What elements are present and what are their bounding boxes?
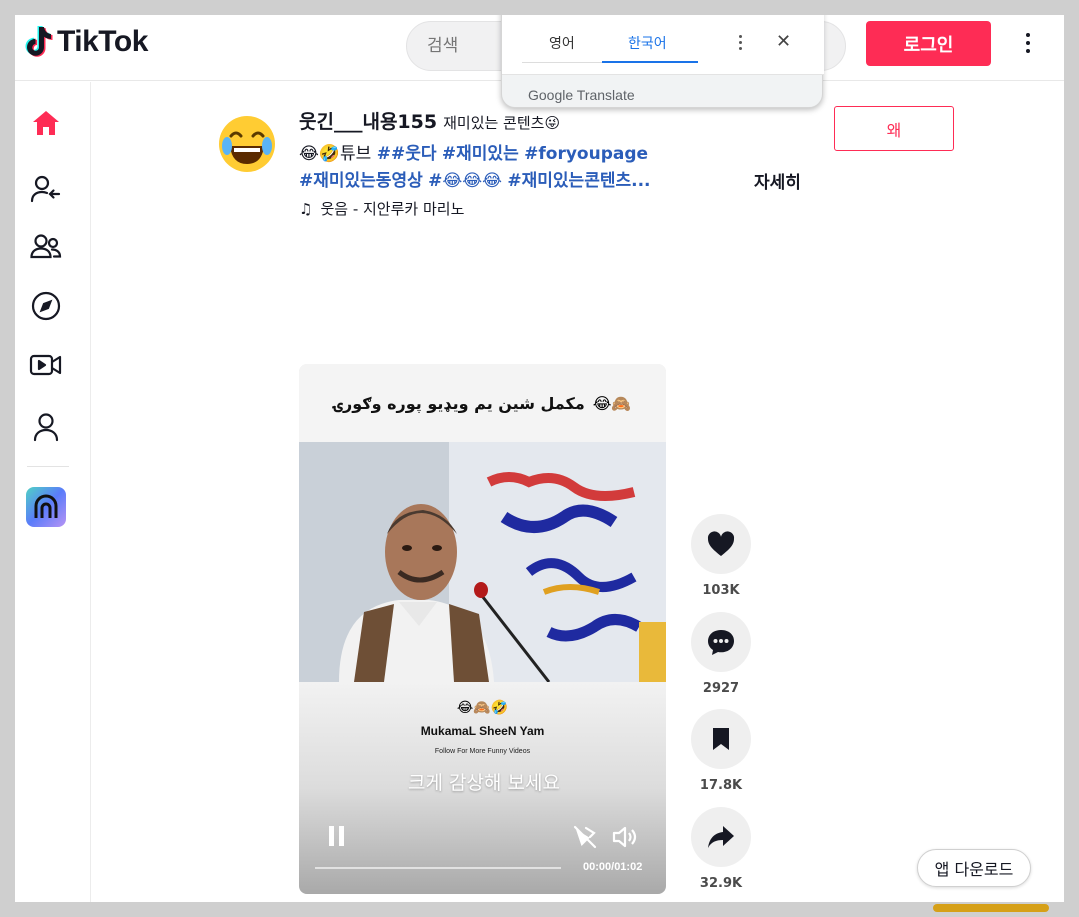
tiktok-note-icon: [25, 26, 53, 57]
comment-icon: [708, 630, 734, 655]
author-line: 웃긴___내용155 재미있는 콘텐츠😜: [299, 107, 560, 134]
pause-icon[interactable]: [329, 826, 349, 846]
home-icon[interactable]: [29, 106, 63, 140]
effect-house-app-icon[interactable]: [26, 487, 66, 527]
close-icon[interactable]: ✕: [776, 31, 791, 52]
author-name[interactable]: 웃긴___내용155: [299, 107, 437, 134]
share-button[interactable]: [691, 807, 751, 867]
app-download-accent-bar: [933, 904, 1049, 912]
google-translate-popup: 영어 한국어 ✕ Google Translate: [501, 15, 824, 108]
active-tab-indicator: [602, 61, 698, 63]
comment-count: 2927: [702, 681, 740, 696]
more-options-icon[interactable]: [1015, 25, 1041, 61]
like-count: 103K: [702, 583, 740, 598]
watch-fullscreen-prompt[interactable]: 크게 감상해 보세요: [399, 770, 569, 796]
music-info[interactable]: ♫ 웃음 - 지안루카 마리노: [299, 198, 464, 219]
video-caption-emoji: 😂🙈: [592, 393, 632, 413]
friends-icon[interactable]: [29, 229, 63, 263]
no-cast-icon[interactable]: [572, 824, 598, 854]
video-channel-subtitle: Follow For More Funny Videos: [434, 748, 531, 755]
video-channel-title: MukamaL SheeN Yam: [420, 724, 545, 738]
bookmark-icon: [713, 728, 729, 750]
video-emoji: 😂🙈🤣: [456, 700, 509, 716]
sidebar: [15, 82, 91, 902]
translate-brand: Google Translate: [528, 87, 635, 103]
save-count: 17.8K: [699, 778, 743, 793]
video-progress-bar[interactable]: [315, 867, 561, 869]
video-frame: [299, 442, 666, 682]
author-nickname: 재미있는 콘텐츠😜: [443, 114, 561, 132]
comment-button[interactable]: [691, 612, 751, 672]
like-button[interactable]: [691, 514, 751, 574]
author-avatar[interactable]: [217, 114, 277, 174]
app-download-button[interactable]: 앱 다운로드: [917, 849, 1031, 887]
comment-action: 2927: [691, 612, 751, 696]
hashtag[interactable]: #😂😂😂: [428, 171, 502, 191]
share-count: 32.9K: [699, 876, 743, 891]
desc-text: 😂🤣튜브: [299, 144, 377, 164]
share-arrow-icon: [708, 826, 734, 848]
login-button[interactable]: 로그인: [866, 21, 991, 66]
video-caption-text: مکمل شین یم ویډیو پوره وګورۍ: [333, 393, 585, 413]
explore-compass-icon[interactable]: [29, 289, 63, 323]
following-icon[interactable]: [29, 172, 63, 206]
music-title: 웃음 - 지안루카 마리노: [320, 200, 465, 218]
more-button[interactable]: 자세히: [754, 168, 801, 193]
video-caption-banner: مکمل شین یم ویډیو پوره وګورۍ 😂🙈: [299, 364, 666, 442]
tiktok-logo[interactable]: TikTok: [23, 25, 148, 59]
translate-menu-icon[interactable]: [739, 35, 742, 50]
heart-icon: [707, 531, 735, 556]
browser-viewport: TikTok 로그인 영어 한국어 ✕ Google Translate: [15, 15, 1064, 902]
tab-target-language[interactable]: 한국어: [628, 33, 667, 53]
hashtag[interactable]: #재미있는동영상: [299, 171, 423, 191]
sidebar-divider: [27, 466, 69, 467]
logo-text: TikTok: [57, 25, 148, 58]
hashtag[interactable]: ##웃다: [377, 144, 437, 164]
hashtag[interactable]: #foryoupage: [524, 144, 648, 164]
video-time: 00:00/01:02: [583, 861, 643, 873]
tab-divider: [522, 62, 602, 63]
video-player[interactable]: مکمل شین یم ویډیو پوره وګورۍ 😂🙈 😂🙈🤣 Muka…: [299, 364, 666, 894]
save-action: 17.8K: [691, 709, 751, 793]
share-action: 32.9K: [691, 807, 751, 891]
translate-tabs: 영어 한국어 ✕: [502, 15, 824, 75]
profile-icon[interactable]: [29, 410, 63, 444]
save-button[interactable]: [691, 709, 751, 769]
follow-button[interactable]: 왜: [834, 106, 954, 151]
music-note-icon: ♫: [299, 199, 313, 218]
hashtag[interactable]: #재미있는: [442, 144, 519, 164]
volume-icon[interactable]: [611, 824, 639, 854]
like-action: 103K: [691, 514, 751, 598]
hashtag[interactable]: #재미있는콘텐츠...: [507, 171, 650, 191]
live-camera-icon[interactable]: [29, 348, 63, 382]
post-description: 😂🤣튜브 ##웃다 #재미있는 #foryoupage #재미있는동영상 #😂😂…: [299, 141, 739, 195]
tab-source-language[interactable]: 영어: [549, 33, 575, 53]
